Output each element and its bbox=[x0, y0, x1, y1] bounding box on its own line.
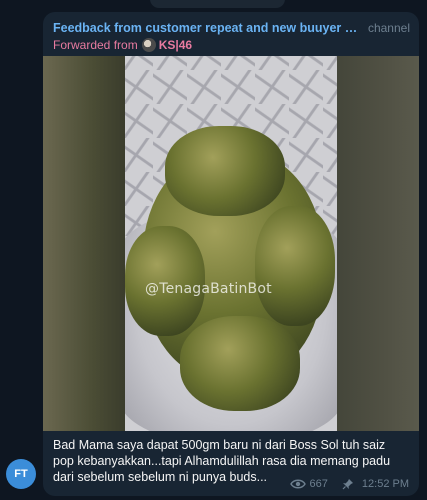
pin-icon bbox=[342, 479, 353, 490]
eye-icon bbox=[289, 479, 306, 489]
channel-tag: channel bbox=[367, 21, 410, 35]
bud-cluster bbox=[180, 316, 300, 411]
message-bubble[interactable]: Feedback from customer repeat and new bu… bbox=[43, 12, 419, 496]
blurred-background-right bbox=[337, 56, 419, 431]
photo-content bbox=[125, 56, 337, 431]
blurred-background-left bbox=[43, 56, 125, 431]
forwarded-prefix: Forwarded from bbox=[53, 38, 138, 52]
bud-cluster bbox=[255, 206, 335, 326]
bud-cluster bbox=[165, 126, 285, 216]
date-pill bbox=[150, 0, 285, 8]
author-avatar[interactable]: FT bbox=[6, 459, 36, 489]
view-count: 667 bbox=[309, 478, 328, 490]
source-avatar-icon bbox=[141, 38, 156, 52]
message-meta: 667 12:52 PM bbox=[289, 478, 409, 490]
author-initials: FT bbox=[14, 468, 28, 480]
media-photo[interactable]: @TenagaBatinBot bbox=[43, 56, 419, 431]
forwarded-from[interactable]: Forwarded from KS|46 bbox=[53, 38, 192, 52]
channel-title[interactable]: Feedback from customer repeat and new bu… bbox=[53, 21, 363, 35]
message-time: 12:52 PM bbox=[361, 478, 409, 490]
watermark-text: @TenagaBatinBot bbox=[145, 281, 272, 297]
forwarded-source[interactable]: KS|46 bbox=[159, 38, 192, 52]
